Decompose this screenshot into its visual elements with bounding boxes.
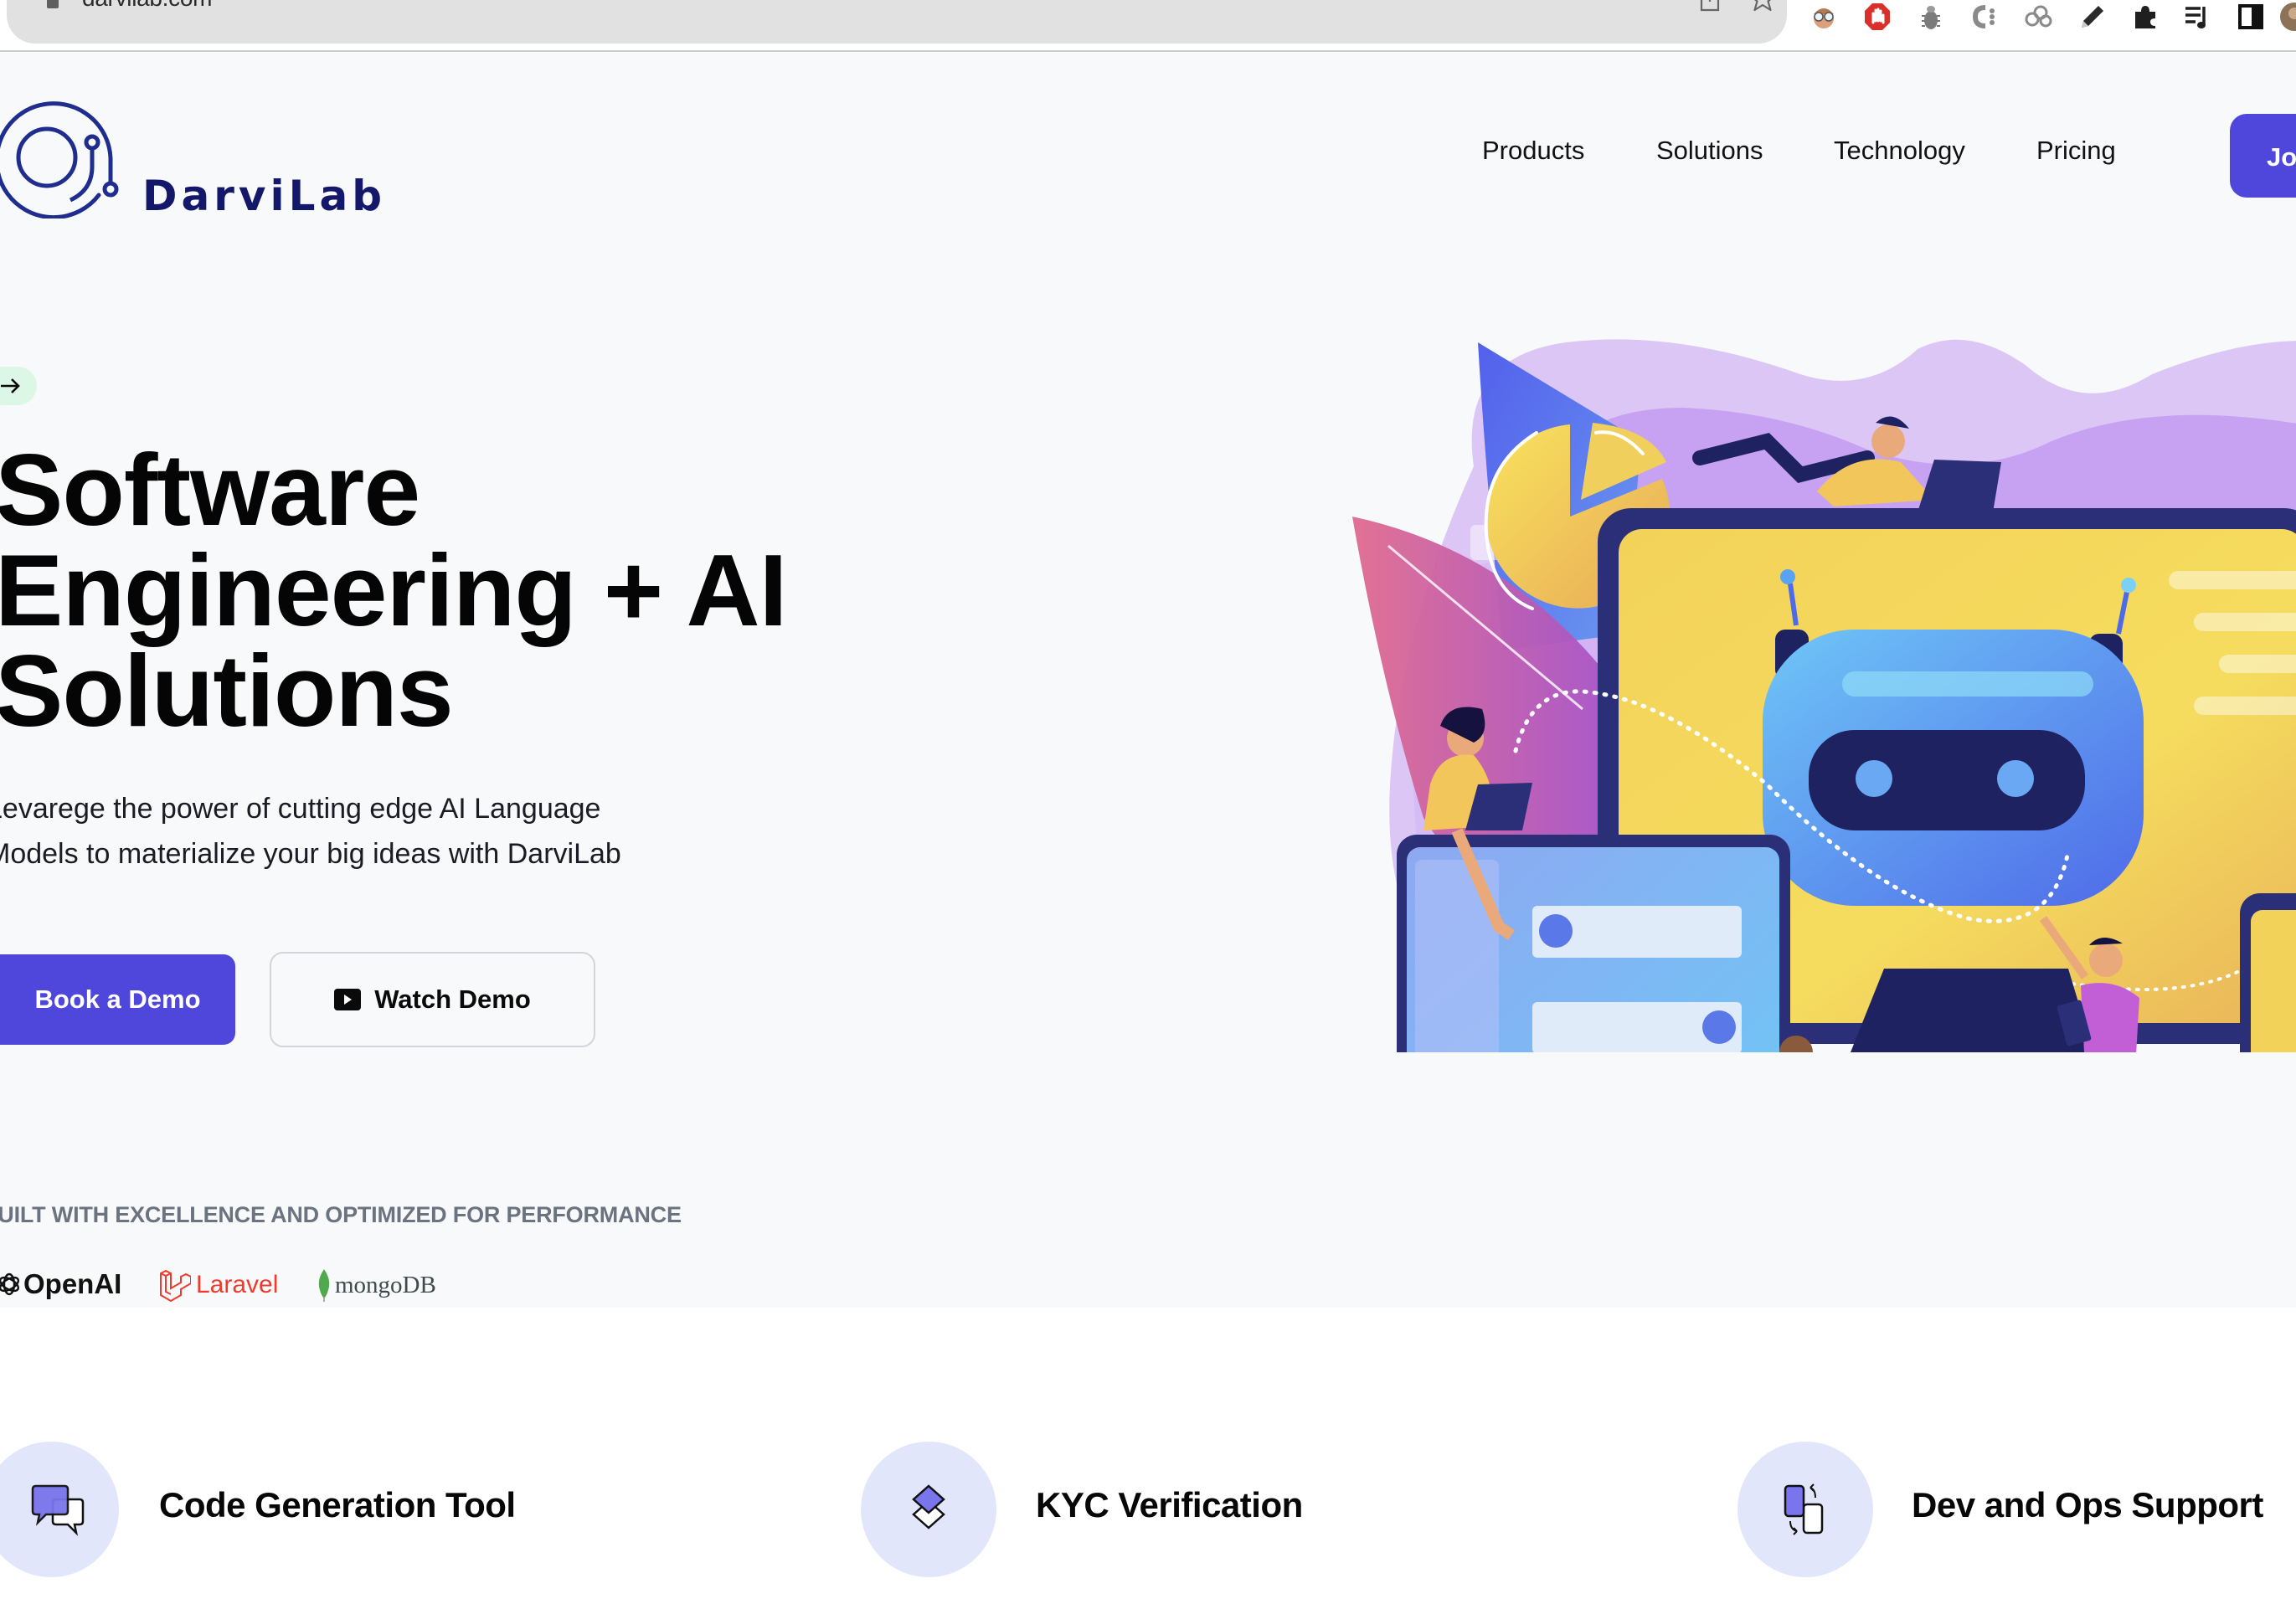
puzzle-extensions-icon[interactable] bbox=[2130, 2, 2160, 32]
mongodb-logo: mongoDB bbox=[317, 1268, 436, 1302]
hero-illustration bbox=[1352, 339, 2296, 1052]
watch-demo-label: Watch Demo bbox=[374, 985, 531, 1014]
sidebar-toggle-icon[interactable] bbox=[2236, 2, 2266, 32]
bug-icon[interactable] bbox=[1916, 2, 1946, 32]
built-with-heading: BUILT WITH EXCELLENCE AND OPTIMIZED FOR … bbox=[0, 1202, 682, 1228]
logo-orbit-icon bbox=[0, 101, 119, 218]
link-extension-icon[interactable] bbox=[2023, 2, 2053, 32]
lock-icon bbox=[47, 0, 59, 8]
feature-icon-circle bbox=[861, 1442, 996, 1577]
play-icon bbox=[334, 989, 362, 1010]
arrow-right-icon bbox=[1, 378, 20, 393]
feature-icon-circle bbox=[0, 1442, 119, 1577]
headline-line: Solutions bbox=[0, 634, 454, 748]
playlist-icon[interactable] bbox=[2182, 2, 2212, 32]
headline-line: Software bbox=[0, 433, 420, 547]
subtitle-line: Models to materialize your big ideas wit… bbox=[0, 838, 621, 870]
features-section: Code Generation Tool KYC Verification De… bbox=[0, 1308, 2296, 1604]
url-text[interactable]: darvilab.com bbox=[82, 0, 212, 12]
nav-pricing[interactable]: Pricing bbox=[2036, 136, 2116, 166]
book-demo-button[interactable]: Book a Demo bbox=[0, 954, 235, 1045]
openai-knot-icon bbox=[0, 1272, 20, 1296]
nav-technology[interactable]: Technology bbox=[1834, 136, 1965, 166]
profile-avatar-icon[interactable] bbox=[2279, 2, 2296, 32]
headline-line: Engineering + AI bbox=[0, 533, 787, 647]
layers-icon bbox=[912, 1484, 945, 1529]
avatar-extension-icon[interactable] bbox=[1809, 2, 1839, 32]
announcement-badge[interactable] bbox=[0, 367, 37, 405]
watch-demo-button[interactable]: Watch Demo bbox=[270, 952, 595, 1047]
laravel-wordmark: Laravel bbox=[196, 1271, 279, 1298]
feature-title: Dev and Ops Support bbox=[1912, 1485, 2263, 1524]
openai-logo: OpenAI bbox=[0, 1268, 121, 1300]
feature-icon-circle bbox=[1737, 1442, 1873, 1577]
brand-logo[interactable]: DarviLab bbox=[0, 96, 385, 220]
share-icon[interactable] bbox=[1698, 0, 1722, 12]
hero-subtitle: Levarege the power of cutting edge AI La… bbox=[0, 786, 621, 877]
feature-title: KYC Verification bbox=[1036, 1485, 1303, 1524]
feature-title: Code Generation Tool bbox=[159, 1485, 516, 1524]
bookmark-star-icon[interactable] bbox=[1748, 0, 1777, 12]
laravel-cube-icon bbox=[160, 1269, 191, 1302]
join-button[interactable]: Join bbox=[2230, 114, 2296, 198]
laravel-logo: Laravel bbox=[159, 1268, 278, 1302]
swap-icon bbox=[1784, 1483, 1824, 1535]
nav-solutions[interactable]: Solutions bbox=[1656, 136, 1763, 166]
openai-wordmark: OpenAI bbox=[23, 1268, 122, 1299]
brand-name: DarviLab bbox=[142, 172, 387, 220]
subtitle-line: Levarege the power of cutting edge AI La… bbox=[0, 793, 601, 825]
pencil-icon[interactable] bbox=[2077, 2, 2107, 32]
address-bar[interactable]: darvilab.com bbox=[7, 0, 1787, 44]
browser-toolbar: darvilab.com bbox=[0, 0, 2296, 52]
chat-bubbles-icon bbox=[31, 1484, 85, 1536]
css-extension-icon[interactable] bbox=[1969, 2, 2000, 32]
built-with-text: BUILT WITH EXCELLENCE AND OPTIMIZED FOR … bbox=[0, 1202, 682, 1227]
adblock-icon[interactable] bbox=[1862, 2, 1892, 32]
hero-section: DarviLab Products Solutions Technology P… bbox=[0, 52, 2296, 1308]
nav-products[interactable]: Products bbox=[1482, 136, 1584, 166]
mongodb-leaf-icon bbox=[318, 1269, 330, 1302]
hero-headline: Software Engineering + AI Solutions bbox=[0, 433, 787, 748]
mongodb-wordmark: mongoDB bbox=[335, 1271, 436, 1298]
